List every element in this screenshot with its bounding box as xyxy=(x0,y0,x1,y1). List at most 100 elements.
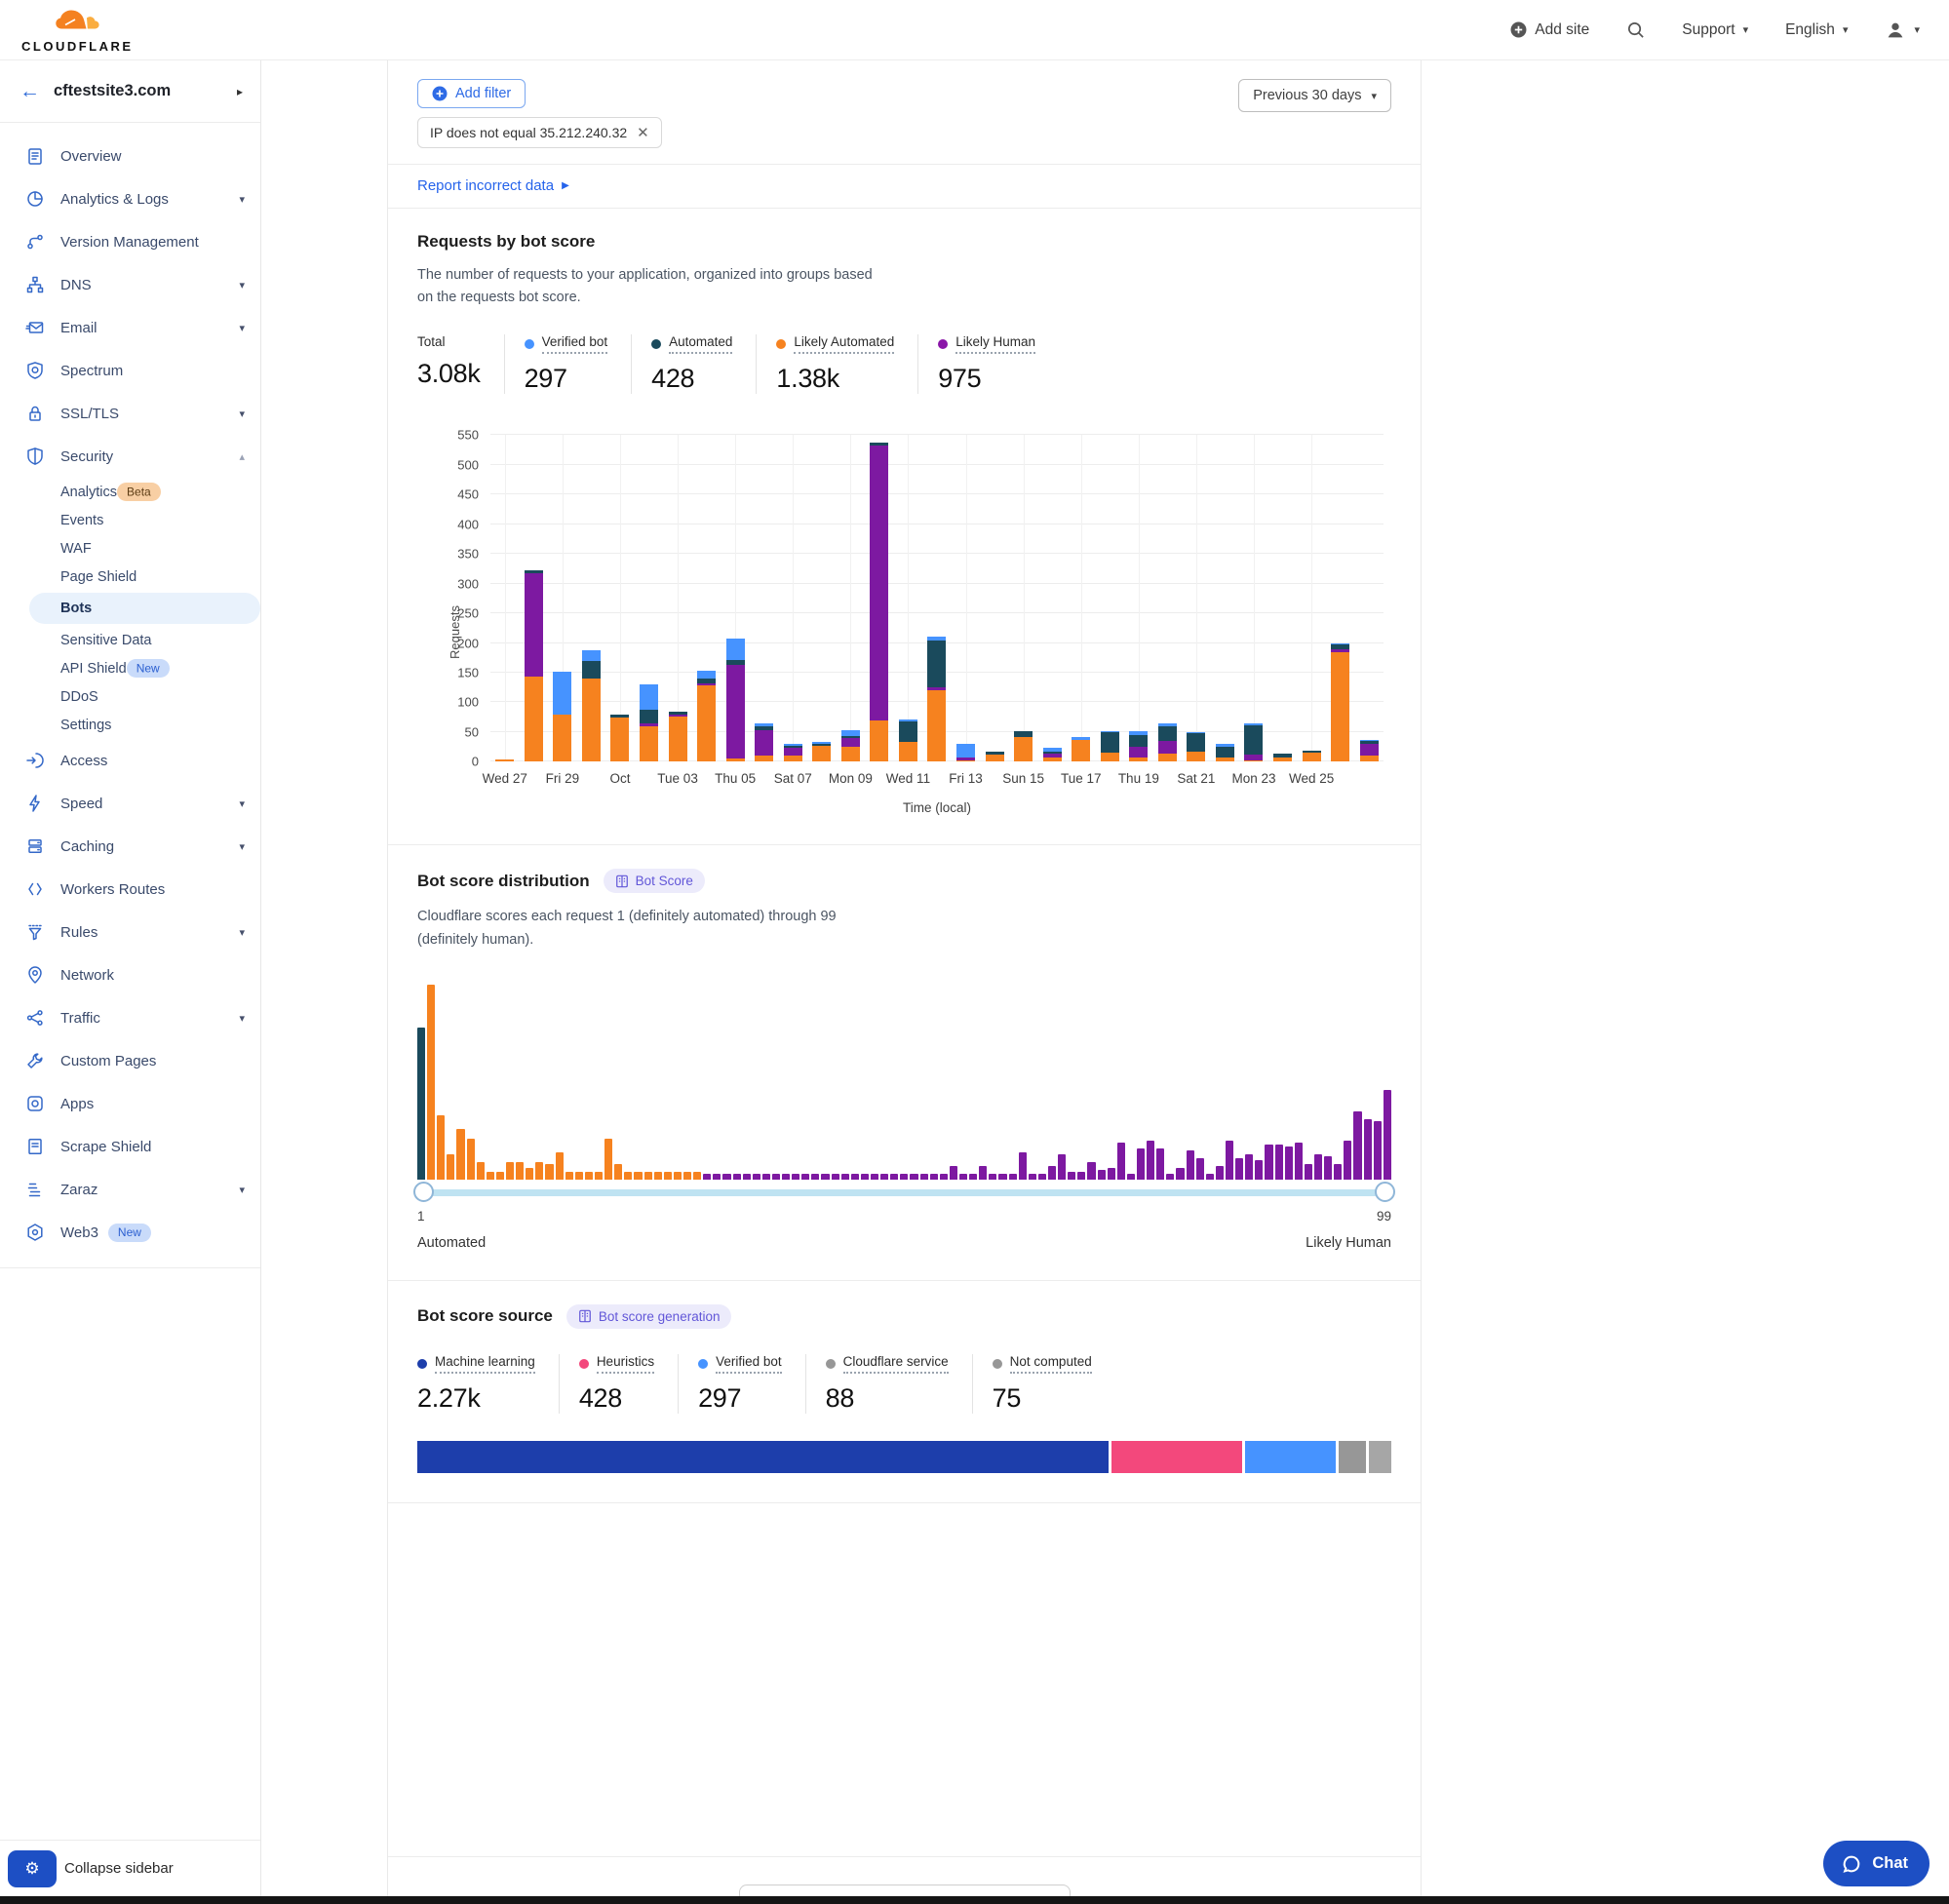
legend-dot xyxy=(698,1359,708,1369)
report-incorrect-data-link[interactable]: Report incorrect data ▶ xyxy=(417,177,569,194)
sidebar-item-ddos[interactable]: DDoS xyxy=(0,682,260,711)
chevron-right-icon[interactable]: ▸ xyxy=(237,85,243,98)
add-filter-button[interactable]: Add filter xyxy=(417,79,526,108)
search-button[interactable] xyxy=(1626,20,1645,39)
stat-label: Total xyxy=(417,334,446,349)
stacked-bar xyxy=(1129,731,1148,762)
sidebar-item-scrape-shield[interactable]: Scrape Shield xyxy=(0,1125,260,1168)
stat-label[interactable]: Verified bot xyxy=(716,1354,782,1374)
slider-handle-min[interactable] xyxy=(413,1182,434,1202)
bar-segment-likely-automated xyxy=(841,747,860,762)
y-tick: 350 xyxy=(457,547,479,562)
bar-segment-automated xyxy=(640,710,658,723)
shield-icon xyxy=(25,447,45,466)
apps-icon xyxy=(25,1094,45,1113)
sidebar-item-spectrum[interactable]: Spectrum xyxy=(0,349,260,392)
sidebar-item-api-shield[interactable]: API ShieldNew xyxy=(0,654,260,682)
bar-segment-likely-human xyxy=(870,446,888,719)
stacked-bar xyxy=(784,744,802,762)
stat-likely-human: Likely Human975 xyxy=(917,334,1059,394)
back-arrow-icon[interactable]: ← xyxy=(19,81,40,101)
sidebar-item-email[interactable]: Email▾ xyxy=(0,306,260,349)
sidebar-item-access[interactable]: Access xyxy=(0,739,260,782)
histogram-bar xyxy=(496,1172,504,1180)
stat-value: 75 xyxy=(993,1383,1092,1414)
sidebar-item-dns[interactable]: DNS▾ xyxy=(0,263,260,306)
sidebar-item-custom-pages[interactable]: Custom Pages xyxy=(0,1039,260,1082)
histogram-bar xyxy=(545,1164,553,1180)
bot-score-generation-badge[interactable]: Bot score generation xyxy=(566,1304,732,1329)
stacked-bar xyxy=(956,744,975,761)
stat-label[interactable]: Heuristics xyxy=(597,1354,654,1374)
partial-button[interactable] xyxy=(739,1885,1071,1896)
stat-label[interactable]: Cloudflare service xyxy=(843,1354,949,1374)
sidebar-item-ssl-tls[interactable]: SSL/TLS▾ xyxy=(0,392,260,435)
remove-filter-icon[interactable]: ✕ xyxy=(637,124,649,141)
stat-label[interactable]: Likely Automated xyxy=(794,334,894,354)
add-site-button[interactable]: Add site xyxy=(1510,21,1589,39)
histogram-bar xyxy=(683,1172,691,1180)
sidebar-item-caching[interactable]: Caching▾ xyxy=(0,825,260,868)
sidebar-nav: OverviewAnalytics & Logs▾Version Managem… xyxy=(0,123,260,1254)
sidebar-item-workers-routes[interactable]: Workers Routes xyxy=(0,868,260,911)
histogram-bar xyxy=(1285,1146,1293,1180)
legend-dot xyxy=(776,339,786,349)
sidebar-item-zaraz[interactable]: Zaraz▾ xyxy=(0,1168,260,1211)
x-tick: Fri 29 xyxy=(546,771,580,786)
chat-button[interactable]: Chat xyxy=(1823,1841,1930,1886)
chat-bubble-icon xyxy=(1841,1853,1862,1875)
y-tick: 50 xyxy=(465,724,479,739)
support-menu[interactable]: Support▾ xyxy=(1682,21,1748,39)
chevron-down-icon: ▾ xyxy=(239,797,245,810)
sidebar-item-overview[interactable]: Overview xyxy=(0,135,260,177)
sidebar-item-rules[interactable]: Rules▾ xyxy=(0,911,260,953)
stat-label[interactable]: Verified bot xyxy=(542,334,608,354)
sidebar-item-speed[interactable]: Speed▾ xyxy=(0,782,260,825)
bot-score-badge[interactable]: Bot Score xyxy=(604,869,705,893)
sidebar-item-events[interactable]: Events xyxy=(0,506,260,534)
sidebar-item-waf[interactable]: WAF xyxy=(0,534,260,563)
stat-label[interactable]: Not computed xyxy=(1010,1354,1092,1374)
sidebar-item-security[interactable]: Security▴ xyxy=(0,435,260,478)
bar-segment-likely-human xyxy=(1360,744,1379,756)
chevron-down-icon: ▾ xyxy=(239,1012,245,1025)
sidebar-item-analytics-logs[interactable]: Analytics & Logs▾ xyxy=(0,177,260,220)
stat-value: 2.27k xyxy=(417,1383,535,1414)
site-selector[interactable]: ← cftestsite3.com ▸ xyxy=(0,60,260,123)
slider-handle-max[interactable] xyxy=(1375,1182,1395,1202)
sidebar-item-network[interactable]: Network xyxy=(0,953,260,996)
sidebar-item-version-management[interactable]: Version Management xyxy=(0,220,260,263)
settings-gear-button[interactable]: ⚙ xyxy=(8,1850,57,1887)
sidebar-item-traffic[interactable]: Traffic▾ xyxy=(0,996,260,1039)
chevron-down-icon: ▾ xyxy=(239,279,245,291)
sidebar-item-web3[interactable]: Web3New xyxy=(0,1211,260,1254)
sidebar-item-settings[interactable]: Settings xyxy=(0,711,260,739)
sidebar-item-page-shield[interactable]: Page Shield xyxy=(0,563,260,591)
filter-chip-label: IP does not equal 35.212.240.32 xyxy=(430,125,627,140)
slider-max-value: 99 xyxy=(1377,1209,1391,1224)
stat-label[interactable]: Automated xyxy=(669,334,732,354)
bar-segment-automated xyxy=(1158,726,1177,741)
collapse-sidebar-label[interactable]: Collapse sidebar xyxy=(64,1860,174,1877)
sidebar-item-apps[interactable]: Apps xyxy=(0,1082,260,1125)
stat-label[interactable]: Machine learning xyxy=(435,1354,535,1374)
sidebar-item-sensitive-data[interactable]: Sensitive Data xyxy=(0,626,260,654)
top-bar: CLOUDFLARE Add site Support▾ English▾ ▾ xyxy=(0,0,1949,60)
filter-chip[interactable]: IP does not equal 35.212.240.32 ✕ xyxy=(417,117,662,148)
date-range-dropdown[interactable]: Previous 30 days ▾ xyxy=(1238,79,1391,112)
cloudflare-logo[interactable]: CLOUDFLARE xyxy=(21,8,134,54)
stacked-bar xyxy=(1043,748,1062,761)
slider-track[interactable] xyxy=(417,1189,1391,1196)
x-tick: Wed 27 xyxy=(483,771,527,786)
stat-value: 297 xyxy=(698,1383,782,1414)
histogram-bar xyxy=(1077,1172,1085,1180)
stacked-bar xyxy=(1244,723,1263,762)
y-tick: 250 xyxy=(457,606,479,621)
bar-segment-likely-automated xyxy=(1303,753,1321,761)
account-menu[interactable]: ▾ xyxy=(1885,19,1920,41)
histogram-bar xyxy=(1334,1164,1342,1180)
stat-label[interactable]: Likely Human xyxy=(955,334,1035,354)
sidebar-item-bots[interactable]: Bots xyxy=(29,593,260,624)
sidebar-item-analytics[interactable]: AnalyticsBeta xyxy=(0,478,260,506)
language-menu[interactable]: English▾ xyxy=(1785,21,1848,39)
